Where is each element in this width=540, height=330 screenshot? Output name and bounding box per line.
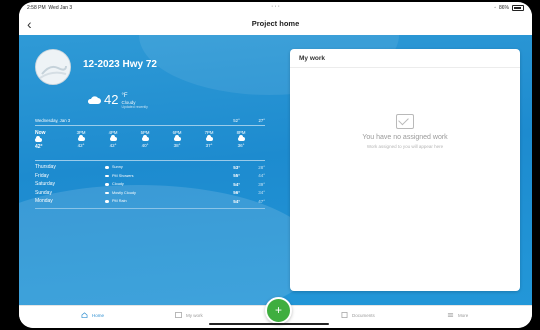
home-icon <box>81 312 88 318</box>
daily-row: Thursday Sunny 53° 28° <box>35 163 265 172</box>
day-low: 39° <box>258 181 265 187</box>
daily-row: Saturday Cloudy 54° 39° <box>35 180 265 189</box>
cloud-icon <box>109 135 117 141</box>
multitask-dots-icon[interactable]: ··· <box>271 3 281 10</box>
day-name: Monday <box>35 198 53 205</box>
empty-title: You have no assigned work <box>362 134 448 141</box>
status-bar: 2:58 PM Wed Jan 3 ··· ◦ 86% <box>19 2 532 14</box>
tab-home[interactable]: Home <box>81 312 104 318</box>
day-low: 34° <box>258 190 265 196</box>
cloud-icon <box>141 135 149 141</box>
empty-subtitle: Work assigned to you will appear here <box>366 144 444 149</box>
showers-icon <box>105 174 109 177</box>
day-high: 54° <box>233 198 240 204</box>
hourly-item: 6PM 38° <box>161 130 193 158</box>
forecast-panel: Wednesday, Jan 3 52° 27° Now 42° 3PM 42° <box>35 117 265 209</box>
daily-row: Sunday Mostly Cloudy 56° 34° <box>35 189 265 198</box>
battery-percent: 86% <box>498 5 509 11</box>
add-button[interactable]: + <box>265 297 292 324</box>
day-condition: Mostly Cloudy <box>112 190 136 195</box>
cloud-icon <box>105 183 109 186</box>
sun-icon <box>105 166 109 169</box>
forecast-divider <box>35 207 265 209</box>
status-right: ◦ 86% <box>494 5 524 11</box>
day-high: 55° <box>233 173 240 179</box>
day-high: 53° <box>233 164 240 170</box>
current-updated: Updated recently <box>121 105 148 109</box>
day-condition: Sunny <box>112 165 123 170</box>
tab-more[interactable]: More <box>447 312 468 318</box>
hourly-item: Now 42° <box>35 130 65 158</box>
hourly-item: 5PM 40° <box>129 130 161 158</box>
cloud-icon <box>237 135 245 141</box>
day-low: 28° <box>258 164 265 170</box>
daily-row: Monday PM Rain 54° 47° <box>35 197 265 206</box>
battery-icon <box>512 5 524 11</box>
day-condition: Cloudy <box>112 182 124 187</box>
day-name: Friday <box>35 172 49 179</box>
tab-documents[interactable]: Documents <box>341 312 375 318</box>
my-work-title: My work <box>290 49 520 68</box>
tab-more-label: More <box>458 312 469 318</box>
tab-my-work-label: My work <box>186 312 203 318</box>
document-icon <box>341 312 348 318</box>
hourly-item: 3PM 42° <box>65 130 97 158</box>
hour-temp: 40° <box>141 143 149 148</box>
cloud-icon <box>87 96 101 104</box>
daily-row: Friday PM Showers 55° 44° <box>35 172 265 181</box>
day-high: 56° <box>233 190 240 196</box>
day-name: Saturday <box>35 181 56 188</box>
temp-unit: °F <box>121 93 128 99</box>
cloud-icon <box>205 135 213 141</box>
status-time: 2:58 PM Wed Jan 3 <box>27 5 73 11</box>
current-temp: 42 <box>104 92 119 107</box>
hourly-item: 7PM 37° <box>193 130 225 158</box>
hour-temp: 42° <box>35 144 43 150</box>
hour-temp: 42° <box>77 143 85 148</box>
rain-icon <box>105 200 109 203</box>
day-condition: PM Rain <box>112 199 127 204</box>
empty-state: You have no assigned work Work assigned … <box>290 114 520 149</box>
nav-bar: ‹ Project home <box>19 14 532 36</box>
hourly-item: 4PM 42° <box>97 130 129 158</box>
my-work-card: My work You have no assigned work Work a… <box>290 49 520 291</box>
partly-cloudy-icon <box>105 191 109 194</box>
forecast-header: Wednesday, Jan 3 52° 27° <box>35 117 265 126</box>
day-high: 54° <box>233 181 240 187</box>
tab-documents-label: Documents <box>352 312 375 318</box>
day-name: Sunday <box>35 189 52 196</box>
day-condition: PM Showers <box>112 173 134 178</box>
project-avatar[interactable] <box>35 49 71 85</box>
forecast-low: 27° <box>258 118 266 123</box>
menu-icon <box>447 312 454 318</box>
project-name: 12-2023 Hwy 72 <box>83 59 157 70</box>
forecast-date: Wednesday, Jan 3 <box>35 118 71 123</box>
wifi-icon: ◦ <box>494 5 496 11</box>
cloud-icon <box>77 135 85 141</box>
inbox-icon <box>175 312 182 318</box>
day-low: 44° <box>258 173 265 179</box>
app-window: 2:58 PM Wed Jan 3 ··· ◦ 86% ‹ Project ho… <box>19 2 532 328</box>
hour-temp: 38° <box>173 143 181 148</box>
daily-forecast: Thursday Sunny 53° 28° Friday PM Showers… <box>35 163 265 206</box>
hour-temp: 36° <box>237 143 245 148</box>
day-name: Thursday <box>35 164 56 171</box>
hourly-item: 8PM 36° <box>225 130 257 158</box>
cloud-icon <box>173 135 181 141</box>
forecast-divider <box>35 160 265 161</box>
tab-my-work[interactable]: My work <box>175 312 203 318</box>
hour-temp: 37° <box>205 143 213 148</box>
current-weather: 42 °F Cloudy Updated recently <box>87 93 148 109</box>
inbox-check-icon <box>396 114 414 129</box>
cloud-icon <box>35 136 42 142</box>
project-home-panel: 12-2023 Hwy 72 42 °F Cloudy Updated rece… <box>19 35 532 305</box>
hour-temp: 42° <box>109 143 117 148</box>
home-indicator <box>209 323 329 325</box>
forecast-high: 52° <box>233 118 240 123</box>
day-low: 47° <box>258 198 265 204</box>
page-title: Project home <box>251 19 300 28</box>
tab-home-label: Home <box>92 312 105 318</box>
hourly-forecast: Now 42° 3PM 42° 4PM 42° 5PM 40° 6PM 38° … <box>35 130 265 158</box>
